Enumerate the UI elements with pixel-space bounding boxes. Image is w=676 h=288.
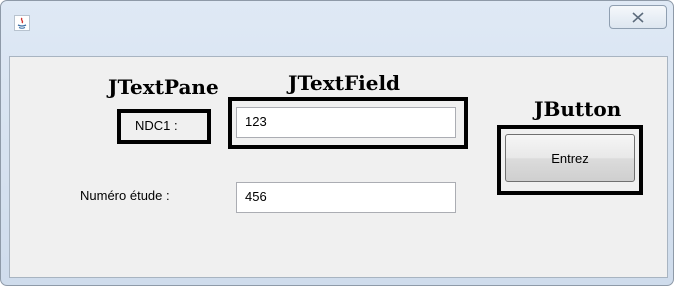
- etude-label: Numéro étude :: [80, 188, 170, 203]
- jtextfield-annotation: JTextField: [288, 71, 401, 95]
- ndc-input[interactable]: 123: [236, 107, 456, 138]
- entrez-button[interactable]: Entrez: [505, 134, 635, 182]
- close-icon: [632, 12, 644, 23]
- java-icon[interactable]: [14, 15, 30, 31]
- jtextpane-annotation: JTextPane: [108, 75, 219, 99]
- etude-input[interactable]: 456: [236, 182, 456, 213]
- content-panel: JTextPane JTextField JButton NDC1 : 123 …: [9, 56, 668, 278]
- app-window: JTextPane JTextField JButton NDC1 : 123 …: [0, 0, 674, 286]
- jbutton-annotation: JButton: [534, 97, 622, 121]
- close-button[interactable]: [609, 5, 667, 29]
- ndc-label: NDC1 :: [135, 118, 178, 133]
- title-bar[interactable]: [1, 1, 673, 41]
